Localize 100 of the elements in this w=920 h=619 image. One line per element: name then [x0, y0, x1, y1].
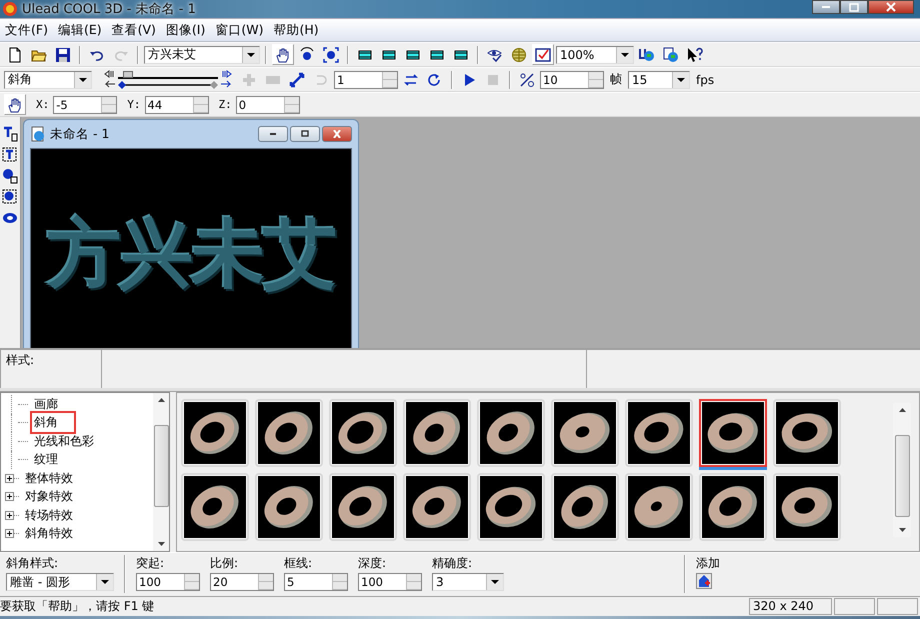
hand-icon: [275, 46, 291, 62]
menu-item[interactable]: 帮助(H): [270, 22, 326, 38]
number-field[interactable]: 20: [210, 573, 274, 591]
expand-toggle[interactable]: [5, 529, 14, 538]
arrows-icon: [289, 72, 305, 88]
property-label: 突起:: [136, 555, 166, 572]
style-thumbnail[interactable]: [699, 399, 767, 467]
scroll-up-icon[interactable]: [158, 398, 164, 402]
ring-drawing: [628, 476, 690, 538]
house-add-icon: [696, 573, 712, 589]
slider-track[interactable]: [118, 70, 218, 78]
dropdown-arrow-button[interactable]: [486, 574, 503, 590]
sphere-icon: [2, 168, 18, 184]
close-button[interactable]: [868, 0, 914, 14]
number-field[interactable]: 1: [334, 70, 398, 88]
minimize-button[interactable]: [812, 0, 840, 14]
skip-icons: [104, 70, 116, 90]
property-label: 斜角样式:: [6, 555, 60, 572]
number-field[interactable]: 0: [236, 96, 300, 114]
add-button[interactable]: [696, 573, 714, 591]
ring-drawing: [702, 402, 764, 464]
menu-item[interactable]: 文件(F): [2, 22, 55, 38]
dropdown-arrow-button[interactable]: [616, 46, 633, 62]
number-field[interactable]: 10: [540, 70, 604, 88]
menu-item[interactable]: 编辑(E): [54, 22, 109, 38]
minimize-button[interactable]: [258, 126, 288, 142]
number-field[interactable]: 100: [358, 573, 422, 591]
percent-icon: [519, 72, 535, 88]
caret-icon: [247, 52, 255, 56]
document-title: 未命名 - 1: [50, 126, 110, 142]
dropdown-arrow-button[interactable]: [672, 72, 689, 88]
scroll-down-icon[interactable]: [158, 542, 164, 546]
expand-toggle[interactable]: [5, 510, 14, 520]
globe-icon: [663, 46, 679, 62]
tree-item[interactable]: 斜角: [30, 411, 76, 434]
caret-icon: [677, 78, 685, 82]
slider-thumb[interactable]: [123, 70, 133, 78]
help-cursor-icon: [687, 46, 703, 62]
plus-icon: [241, 72, 257, 88]
rendered-3d-text: 方兴未艾: [47, 217, 335, 291]
menu-item[interactable]: 查看(V): [108, 22, 163, 38]
scroll-up-icon[interactable]: [898, 408, 906, 412]
number-field[interactable]: 44: [144, 96, 208, 114]
scrollbar[interactable]: [893, 403, 911, 537]
toolbar-button[interactable]: [4, 94, 26, 115]
status-size: 320 x 240: [749, 598, 832, 615]
circle-arrow-icon: [427, 72, 443, 88]
dropdown-arrow-button[interactable]: [74, 72, 91, 88]
dropdown[interactable]: 3: [432, 573, 504, 591]
window-title: Ulead COOL 3D - 未命名 - 1: [22, 1, 196, 18]
axis-label: Z:: [218, 98, 232, 111]
expand-toggle[interactable]: [5, 474, 14, 483]
close-button[interactable]: [322, 126, 352, 142]
maximize-icon: [849, 2, 859, 12]
caret-icon: [79, 78, 87, 82]
dropdown-arrow-button[interactable]: [242, 46, 259, 62]
spin-buttons[interactable]: [284, 96, 299, 112]
toolbar-button[interactable]: [272, 44, 294, 65]
globe-icon: [511, 46, 527, 62]
scrollbar[interactable]: [153, 393, 169, 551]
range-bar[interactable]: [118, 80, 218, 88]
app-logo-icon: [2, 1, 18, 17]
ring-drawing: [480, 402, 542, 464]
text-icon: [2, 126, 18, 142]
menu-item[interactable]: 窗口(W): [212, 22, 270, 38]
spin-buttons[interactable]: [101, 96, 116, 112]
dropdown[interactable]: 斜角: [4, 70, 92, 88]
ring-drawing: [406, 476, 468, 538]
loop-icon: [403, 72, 419, 88]
dropdown-arrow-button[interactable]: [96, 574, 113, 590]
spin-buttons[interactable]: [382, 72, 397, 88]
unit-label: fps: [696, 72, 714, 86]
menu-item[interactable]: 图像(I): [162, 22, 212, 38]
minimize-icon: [270, 133, 276, 135]
ring-drawing: [554, 476, 616, 538]
expand-toggle[interactable]: [5, 492, 14, 502]
property-label: 深度:: [358, 555, 388, 572]
maximize-button[interactable]: [290, 126, 320, 142]
spin-buttons[interactable]: [588, 72, 603, 88]
maximize-button[interactable]: [840, 0, 868, 14]
scroll-down-icon[interactable]: [898, 528, 906, 532]
ring-drawing: [776, 402, 838, 464]
toolbar-button[interactable]: [532, 44, 554, 65]
number-field[interactable]: 100: [136, 573, 200, 591]
ring-drawing: [258, 402, 320, 464]
spin-buttons[interactable]: [192, 96, 208, 112]
caret-icon: [101, 580, 109, 584]
property-label: 框线:: [284, 555, 314, 572]
unit-label: 帧: [610, 71, 622, 88]
number-field[interactable]: -5: [53, 96, 118, 114]
ring-drawing: [776, 476, 838, 538]
dropdown[interactable]: 15: [628, 70, 690, 88]
target-icon: [323, 46, 339, 62]
dropdown[interactable]: 雕凿 - 圆形: [6, 573, 114, 591]
ring-drawing: [702, 476, 764, 538]
dropdown[interactable]: 方兴未艾: [144, 46, 260, 64]
number-field[interactable]: 5: [284, 573, 348, 591]
page-icon: [7, 46, 23, 62]
dropdown[interactable]: 100%: [556, 46, 634, 64]
axis-label: X:: [36, 98, 50, 111]
